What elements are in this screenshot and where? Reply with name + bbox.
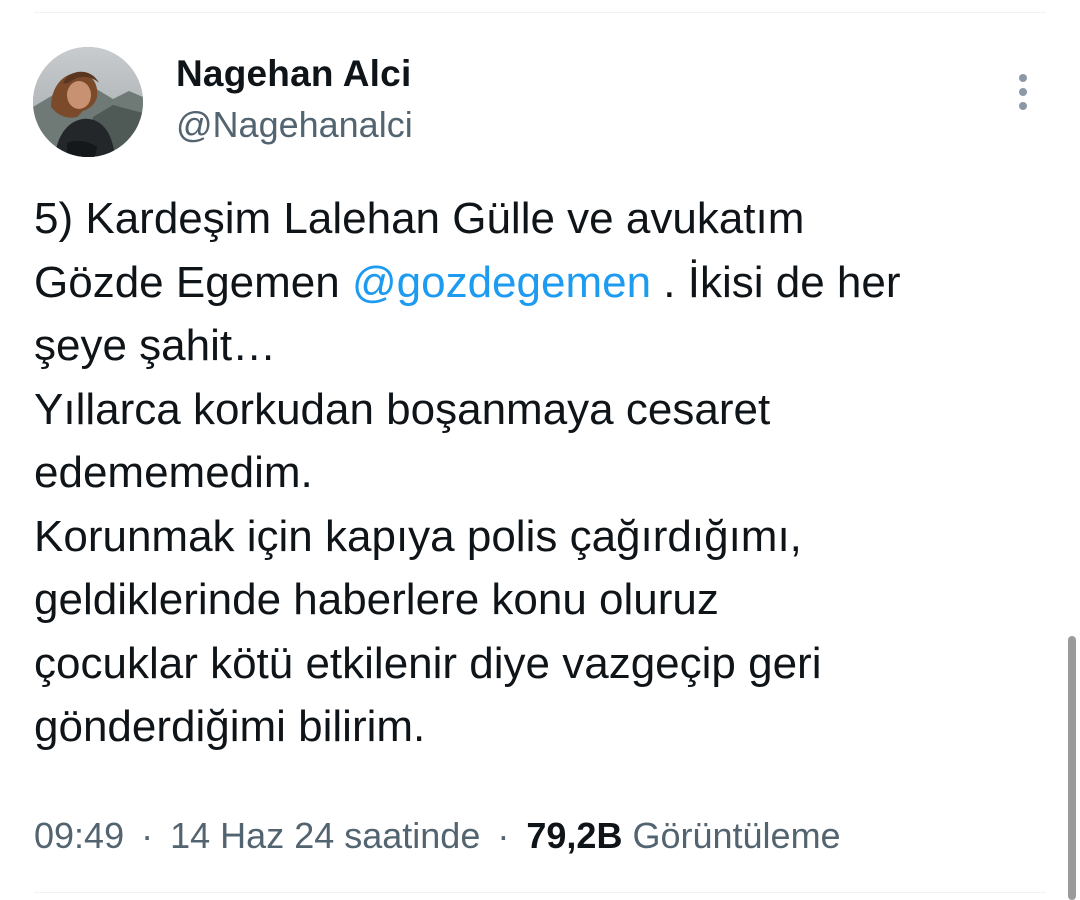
bottom-divider bbox=[34, 892, 1046, 893]
more-options-button[interactable] bbox=[1008, 70, 1038, 114]
tweet-line: şeye şahit… bbox=[34, 321, 277, 370]
tweet-line: Gözde Egemen @gozdegemen . İkisi de her bbox=[34, 251, 1044, 315]
tweet: Nagehan Alci @Nagehanalci 5) Kardeşim La… bbox=[0, 0, 1080, 900]
tweet-line: gönderdiğimi bilirim. bbox=[34, 702, 426, 751]
tweet-line: Yıllarca korkudan boşanmaya cesaret bbox=[34, 384, 771, 434]
tweet-metadata: 09:49 · 14 Haz 24 saatinde · 79,2B Görün… bbox=[34, 812, 841, 860]
tweet-line-text: . İkisi de her bbox=[651, 257, 901, 307]
mention-link[interactable]: @gozdegemen bbox=[352, 258, 651, 307]
tweet-date[interactable]: 14 Haz 24 saatinde bbox=[170, 815, 480, 856]
tweet-line: Korunmak için kapıya polis çağırdığımı, bbox=[34, 511, 802, 561]
views-count[interactable]: 79,2B bbox=[526, 815, 622, 856]
views-label: Görüntüleme bbox=[632, 815, 841, 856]
more-vertical-icon bbox=[1019, 74, 1027, 110]
author-handle[interactable]: @Nagehanalci bbox=[176, 103, 413, 147]
tweet-line: geldiklerinde haberlere konu oluruz bbox=[34, 575, 719, 624]
avatar-photo bbox=[33, 47, 143, 157]
tweet-time[interactable]: 09:49 bbox=[34, 815, 124, 856]
tweet-line: çocuklar kötü etkilenir diye vazgeçip ge… bbox=[34, 638, 822, 688]
scrollbar[interactable] bbox=[1068, 636, 1076, 900]
avatar[interactable] bbox=[33, 47, 143, 157]
tweet-line: edememedim. bbox=[34, 448, 313, 497]
tweet-text: 5) Kardeşim Lalehan Gülle ve avukatım Gö… bbox=[34, 187, 1044, 759]
author-display-name[interactable]: Nagehan Alci bbox=[176, 52, 411, 96]
separator-dot: · bbox=[141, 815, 154, 856]
tweet-line-text: Gözde Egemen bbox=[34, 257, 352, 307]
tweet-line: 5) Kardeşim Lalehan Gülle ve avukatım bbox=[34, 194, 805, 243]
separator-dot: · bbox=[497, 815, 510, 856]
